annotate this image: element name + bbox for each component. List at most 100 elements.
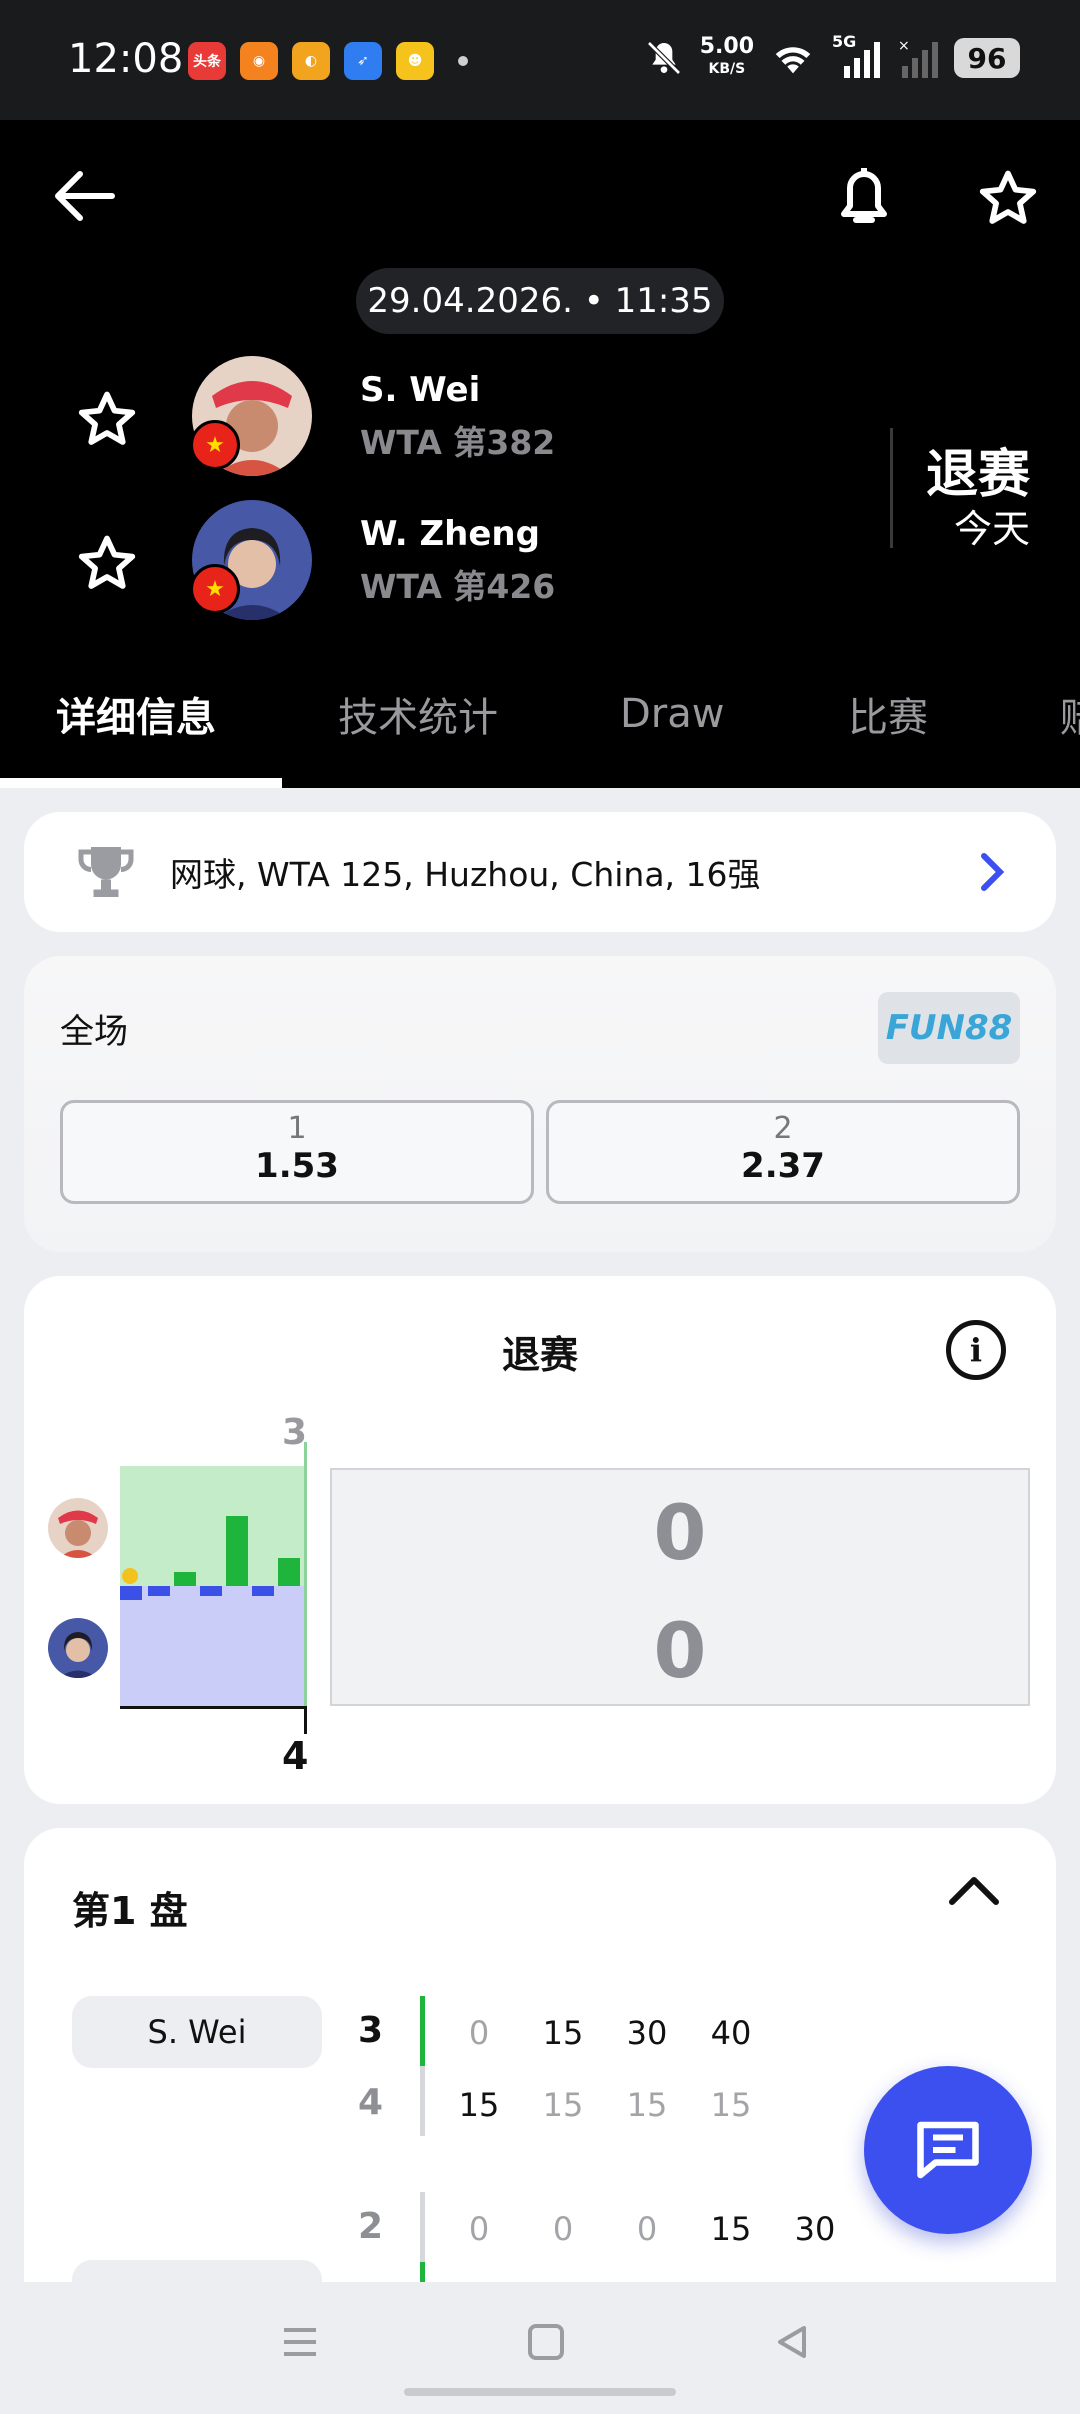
game-separator [420,1996,425,2066]
player-row-1[interactable]: ★ S. Wei WTA 第382 [0,356,880,476]
notification-icons: 头条 ◉ ◐ ➶ ☻ [188,42,468,80]
player-row-2[interactable]: ★ W. Zheng WTA 第426 [0,500,880,620]
menu-icon [284,2328,316,2356]
tab-odds[interactable]: 赔 [1060,640,1080,788]
momentum-bar [278,1558,300,1586]
chat-icon [917,2121,979,2179]
home-nav-button[interactable] [526,2322,566,2366]
back-nav-button[interactable] [772,2322,812,2366]
tab-statistics[interactable]: 技术统计 [338,640,498,788]
wifi-icon [775,47,811,74]
tennis-ball-icon [122,1568,138,1584]
point-score: 0 [552,2210,574,2248]
more-notifications-dot [458,56,468,66]
tournament-card[interactable]: 网球, WTA 125, Huzhou, China, 16强 [24,812,1056,932]
svg-text:×: × [898,38,910,54]
odds-button-player-1[interactable]: 1 1.53 [60,1100,534,1204]
match-datetime: 29.04.2026. • 11:35 [356,268,724,334]
notification-bell-button[interactable] [828,158,900,238]
point-score: 15 [542,2014,584,2052]
momentum-axis-tick [304,1706,307,1734]
point-score: 40 [710,2014,752,2052]
home-square-icon [528,2324,564,2360]
momentum-set-label-bottom: 4 [282,1734,309,1778]
chevron-right-icon [981,853,1005,891]
tab-bar: 详细信息 技术统计 Draw 比赛 赔 [0,640,1080,788]
game-separator [420,2066,425,2136]
china-flag-icon: ★ [190,420,240,470]
favorite-player-2-button[interactable] [76,532,138,598]
network-speed: 5.00 KB/S [699,34,754,78]
trophy-icon [78,847,134,897]
arrow-left-icon [55,171,115,221]
gesture-handle [404,2388,676,2396]
cellular-signal-icon: 5G [832,32,882,78]
cellular-signal-2-icon: × [898,38,938,78]
momentum-bar [200,1586,222,1596]
app-orange-icon: ◉ [240,42,278,80]
momentum-p2-area [120,1586,306,1708]
player-1-rank: WTA 第382 [360,423,556,462]
app-yellow-icon: ☻ [396,42,434,80]
player-2-name: W. Zheng [360,514,540,554]
clock: 12:08 [68,36,184,82]
status-bar: 12:08 头条 ◉ ◐ ➶ ☻ 5.00 KB/S 5G × 96 [0,0,1080,120]
momentum-bar [226,1516,248,1586]
match-status-day: 今天 [953,507,1030,551]
match-score-card: 退赛 i 3 4 0 0 [24,1276,1056,1804]
menu-nav-button[interactable] [280,2322,320,2366]
info-icon[interactable]: i [946,1320,1006,1380]
momentum-axis [304,1442,307,1708]
match-header: 29.04.2026. • 11:35 ★ S. Wei WTA 第382 ★ … [0,120,1080,788]
momentum-graph [120,1442,310,1734]
point-score: 0 [468,2014,490,2052]
collapse-button[interactable] [948,1874,1000,1910]
point-score: 15 [710,2210,752,2248]
point-score: 15 [542,2086,584,2124]
tab-matches[interactable]: 比赛 [848,640,928,788]
player-1-mini-avatar [48,1498,108,1558]
momentum-bar [148,1586,170,1596]
set-title: 第1 盘 [72,1889,188,1933]
point-score: 15 [458,2086,500,2124]
favorite-match-button[interactable] [970,160,1046,236]
odds-card: 全场 FUN88 1 1.53 2 2.37 [24,956,1056,1252]
battery-indicator: 96 [954,38,1020,78]
player-1-score: 0 [653,1488,707,1577]
momentum-bar [174,1572,196,1586]
tab-details[interactable]: 详细信息 [56,640,216,788]
odds-option-label: 2 [773,1111,793,1146]
player-2-mini-avatar [48,1618,108,1678]
odds-option-label: 1 [287,1111,307,1146]
bookmaker-logo[interactable]: FUN88 [878,992,1020,1064]
mute-bell-icon [646,41,681,75]
odds-button-player-2[interactable]: 2 2.37 [546,1100,1020,1204]
player-2-score: 0 [653,1606,707,1695]
star-icon [979,170,1037,224]
back-triangle-icon [778,2326,806,2358]
momentum-bar [120,1586,142,1600]
point-score: 15 [710,2086,752,2124]
status-indicators: 5.00 KB/S 5G × 96 [644,32,1020,80]
chat-button[interactable] [864,2066,1032,2234]
player-2-rank: WTA 第426 [360,567,556,606]
back-button[interactable] [48,160,120,232]
tab-draw[interactable]: Draw [620,640,724,788]
star-icon [78,391,136,445]
chevron-up-icon [949,1877,999,1905]
system-navigation-bar [0,2282,1080,2414]
match-status: 退赛 [925,445,1030,505]
game-score-p1: 3 [358,2010,384,2051]
point-score: 15 [626,2086,668,2124]
tournament-name: 网球, WTA 125, Huzhou, China, 16强 [170,855,761,894]
app-blue-icon: ➶ [344,42,382,80]
weibo-icon: ◐ [292,42,330,80]
favorite-player-1-button[interactable] [76,388,138,454]
momentum-baseline [120,1706,307,1709]
point-score: 30 [626,2014,668,2052]
odds-option-value: 2.37 [741,1146,825,1186]
odds-market-label: 全场 [60,1012,128,1052]
star-icon [78,535,136,589]
game-score-p2: 4 [358,2082,384,2123]
point-score: 0 [636,2210,658,2248]
